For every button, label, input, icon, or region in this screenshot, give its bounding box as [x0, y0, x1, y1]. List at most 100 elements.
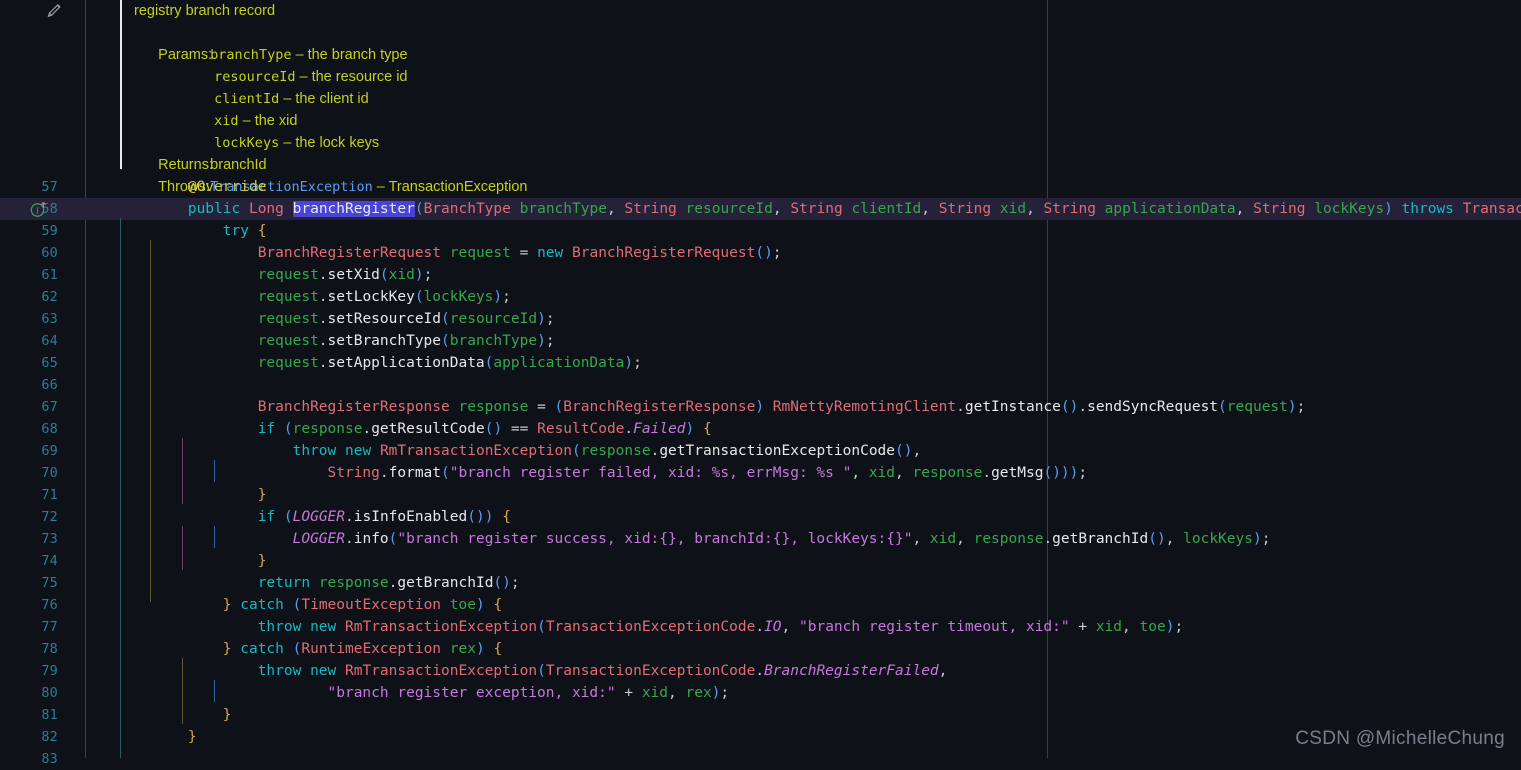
code-text[interactable]: LOGGER.info("branch register success, xi… [118, 528, 1521, 550]
javadoc-param-name: resourceId [214, 69, 296, 85]
code-line[interactable]: 80 "branch register exception, xid:" + x… [0, 682, 1521, 704]
code-line[interactable]: 71 } [0, 484, 1521, 506]
indent-guide [214, 680, 215, 702]
line-number[interactable]: 83 [0, 748, 58, 770]
watermark: CSDN @MichelleChung [1295, 728, 1505, 749]
line-number[interactable]: 62 [0, 286, 58, 308]
code-text[interactable]: return response.getBranchId(); [118, 572, 1521, 594]
code-text[interactable]: } [118, 704, 1521, 726]
code-text[interactable]: throw new RmTransactionException(Transac… [118, 616, 1521, 638]
code-line[interactable]: 73 LOGGER.info("branch register success,… [0, 528, 1521, 550]
code-line[interactable]: 58 I public Long branchRegister(BranchTyp… [0, 198, 1521, 220]
code-line[interactable]: 75 return response.getBranchId(); [0, 572, 1521, 594]
code-text[interactable]: try { [118, 220, 1521, 242]
line-number[interactable]: 80 [0, 682, 58, 704]
line-number[interactable]: 59 [0, 220, 58, 242]
code-line[interactable]: 67 BranchRegisterResponse response = (Br… [0, 396, 1521, 418]
line-number[interactable]: 75 [0, 572, 58, 594]
line-number[interactable]: 65 [0, 352, 58, 374]
indent-guide [214, 526, 215, 548]
code-text[interactable]: request.setXid(xid); [118, 264, 1521, 286]
code-text[interactable]: } catch (TimeoutException toe) { [118, 594, 1521, 616]
code-text[interactable]: @Override [118, 176, 1521, 198]
svg-text:I: I [36, 206, 39, 216]
code-text[interactable]: String.format("branch register failed, x… [118, 462, 1521, 484]
javadoc-param-desc: the branch type [307, 47, 408, 63]
code-text[interactable]: } [118, 484, 1521, 506]
code-text[interactable]: request.setResourceId(resourceId); [118, 308, 1521, 330]
javadoc-param-name: clientId [214, 91, 280, 107]
code-line[interactable]: 62 request.setLockKey(lockKeys); [0, 286, 1521, 308]
code-line[interactable]: 83 [0, 748, 1521, 770]
code-text[interactable]: request.setBranchType(branchType); [118, 330, 1521, 352]
code-text[interactable]: "branch register exception, xid:" + xid,… [118, 682, 1521, 704]
line-number[interactable]: 72 [0, 506, 58, 528]
code-line[interactable]: 81 } [0, 704, 1521, 726]
line-number[interactable]: 64 [0, 330, 58, 352]
code-text[interactable]: BranchRegisterResponse response = (Branc… [118, 396, 1521, 418]
line-number[interactable]: 73 [0, 528, 58, 550]
indent-guide [182, 658, 183, 724]
javadoc-param-desc: the resource id [311, 69, 408, 85]
line-number[interactable]: 67 [0, 396, 58, 418]
line-number[interactable]: 82 [0, 726, 58, 748]
indent-guide [150, 240, 151, 602]
line-number[interactable]: 81 [0, 704, 58, 726]
code-line[interactable]: 72 if (LOGGER.isInfoEnabled()) { [0, 506, 1521, 528]
code-text[interactable]: throw new RmTransactionException(respons… [118, 440, 1521, 462]
line-number[interactable]: 69 [0, 440, 58, 462]
code-line[interactable]: 74 } [0, 550, 1521, 572]
code-text[interactable]: throw new RmTransactionException(Transac… [118, 660, 1521, 682]
code-line[interactable]: 69 throw new RmTransactionException(resp… [0, 440, 1521, 462]
line-number[interactable]: 78 [0, 638, 58, 660]
javadoc-params-row: Params:branchType – the branch type [134, 22, 1034, 63]
line-number[interactable]: 58 [0, 198, 58, 220]
pencil-icon[interactable] [46, 2, 64, 20]
code-text[interactable]: BranchRegisterRequest request = new Bran… [118, 242, 1521, 264]
code-line[interactable]: 77 throw new RmTransactionException(Tran… [0, 616, 1521, 638]
code-line[interactable]: 65 request.setApplicationData(applicatio… [0, 352, 1521, 374]
code-line[interactable]: 79 throw new RmTransactionException(Tran… [0, 660, 1521, 682]
code-line[interactable]: 68 if (response.getResultCode() == Resul… [0, 418, 1521, 440]
javadoc-block: registry branch record Params:branchType… [134, 0, 1034, 195]
line-number[interactable]: 79 [0, 660, 58, 682]
code-line[interactable]: 82 } [0, 726, 1521, 748]
line-number[interactable]: 76 [0, 594, 58, 616]
line-number[interactable]: 57 [0, 176, 58, 198]
line-number[interactable]: 77 [0, 616, 58, 638]
code-line[interactable]: 76 } catch (TimeoutException toe) { [0, 594, 1521, 616]
javadoc-params-label: Params: [158, 47, 213, 63]
code-line[interactable]: 78 } catch (RuntimeException rex) { [0, 638, 1521, 660]
code-editor[interactable]: registry branch record Params:branchType… [0, 0, 1521, 767]
selected-token[interactable]: branchRegister [292, 201, 415, 217]
code-line[interactable]: 64 request.setBranchType(branchType); [0, 330, 1521, 352]
code-line[interactable]: 61 request.setXid(xid); [0, 264, 1521, 286]
code-text[interactable]: request.setLockKey(lockKeys); [118, 286, 1521, 308]
line-number[interactable]: 74 [0, 550, 58, 572]
code-line[interactable]: 63 request.setResourceId(resourceId); [0, 308, 1521, 330]
code-text[interactable]: public Long branchRegister(BranchType br… [118, 198, 1521, 220]
line-number[interactable]: 63 [0, 308, 58, 330]
javadoc-param-name: xid [214, 113, 239, 129]
code-line[interactable]: 70 String.format("branch register failed… [0, 462, 1521, 484]
line-number[interactable]: 66 [0, 374, 58, 396]
implementing-method-icon[interactable]: I [30, 201, 47, 218]
code-line[interactable]: 59 try { [0, 220, 1521, 242]
code-text[interactable]: request.setApplicationData(applicationDa… [118, 352, 1521, 374]
javadoc-param-name: lockKeys [214, 135, 280, 151]
line-number[interactable]: 70 [0, 462, 58, 484]
code-text[interactable]: if (response.getResultCode() == ResultCo… [118, 418, 1521, 440]
code-line[interactable]: 57 @Override [0, 176, 1521, 198]
code-text[interactable]: } catch (RuntimeException rex) { [118, 638, 1521, 660]
line-number[interactable]: 61 [0, 264, 58, 286]
line-number[interactable]: 71 [0, 484, 58, 506]
line-number[interactable]: 60 [0, 242, 58, 264]
indent-guide [120, 218, 121, 758]
code-line[interactable]: 60 BranchRegisterRequest request = new B… [0, 242, 1521, 264]
line-number[interactable]: 68 [0, 418, 58, 440]
indent-guide [182, 438, 183, 504]
code-text[interactable]: } [118, 550, 1521, 572]
code-line[interactable]: 66 [0, 374, 1521, 396]
javadoc-param-desc: the lock keys [295, 135, 380, 151]
code-text[interactable]: if (LOGGER.isInfoEnabled()) { [118, 506, 1521, 528]
